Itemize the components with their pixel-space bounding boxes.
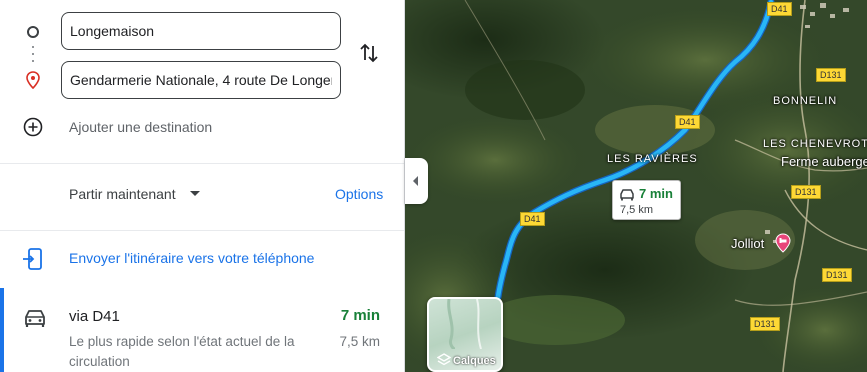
collapse-panel-button[interactable] (405, 158, 428, 204)
send-to-phone-link[interactable]: Envoyer l'itinéraire vers votre téléphon… (69, 250, 314, 266)
swap-directions-icon[interactable] (358, 41, 380, 65)
road-label-d131: D131 (816, 68, 846, 82)
caret-down-icon[interactable] (190, 191, 200, 196)
route-info-bubble[interactable]: 7 min 7,5 km (612, 180, 681, 220)
layers-label: Calques (453, 355, 496, 367)
road-label-d41: D41 (675, 115, 700, 129)
divider (0, 230, 404, 231)
divider (0, 163, 404, 164)
route-option-card[interactable]: via D41 Le plus rapide selon l'état actu… (0, 288, 404, 372)
route-name: via D41 (69, 308, 120, 325)
directions-panel: Ajouter une destination Partir maintenan… (0, 0, 405, 372)
place-les-ravieres: LES RAVIÈRES (607, 153, 698, 165)
layers-icon (437, 353, 451, 366)
place-les-chenevrottes: LES CHENEVROTTES (763, 138, 867, 150)
bubble-duration: 7 min (639, 186, 673, 201)
place-bonnelin: BONNELIN (773, 95, 838, 107)
road-label-d131: D131 (750, 317, 780, 331)
bubble-distance: 7,5 km (620, 204, 654, 216)
route-description: Le plus rapide selon l'état actuel de la… (69, 334, 295, 369)
layers-button[interactable]: Calques (427, 297, 503, 372)
place-ferme-auberge: Ferme auberge (781, 154, 867, 169)
road-label-d41: D41 (767, 2, 792, 16)
route-duration: 7 min (340, 307, 380, 324)
place-jolliot[interactable]: Jolliot (731, 236, 764, 251)
road-label-d41: D41 (520, 212, 545, 226)
layers-thumbnail (447, 299, 482, 351)
destination-pin-icon (26, 71, 40, 89)
origin-input[interactable] (61, 12, 341, 50)
hotel-pin-icon[interactable] (775, 233, 791, 253)
route-dot (32, 46, 34, 48)
send-to-phone-icon[interactable] (22, 247, 44, 271)
add-destination-icon[interactable] (23, 117, 43, 137)
options-button[interactable]: Options (335, 186, 383, 202)
depart-time-dropdown[interactable]: Partir maintenant (69, 186, 176, 202)
road-label-d131: D131 (822, 268, 852, 282)
origin-circle-icon (27, 26, 39, 38)
car-icon (620, 189, 634, 201)
route-distance: 7,5 km (339, 334, 380, 349)
car-icon (25, 310, 45, 327)
route-dot (32, 53, 34, 55)
road-label-d131: D131 (791, 185, 821, 199)
add-destination-label[interactable]: Ajouter une destination (69, 119, 212, 135)
route-dot (32, 60, 34, 62)
destination-input[interactable] (61, 61, 341, 99)
